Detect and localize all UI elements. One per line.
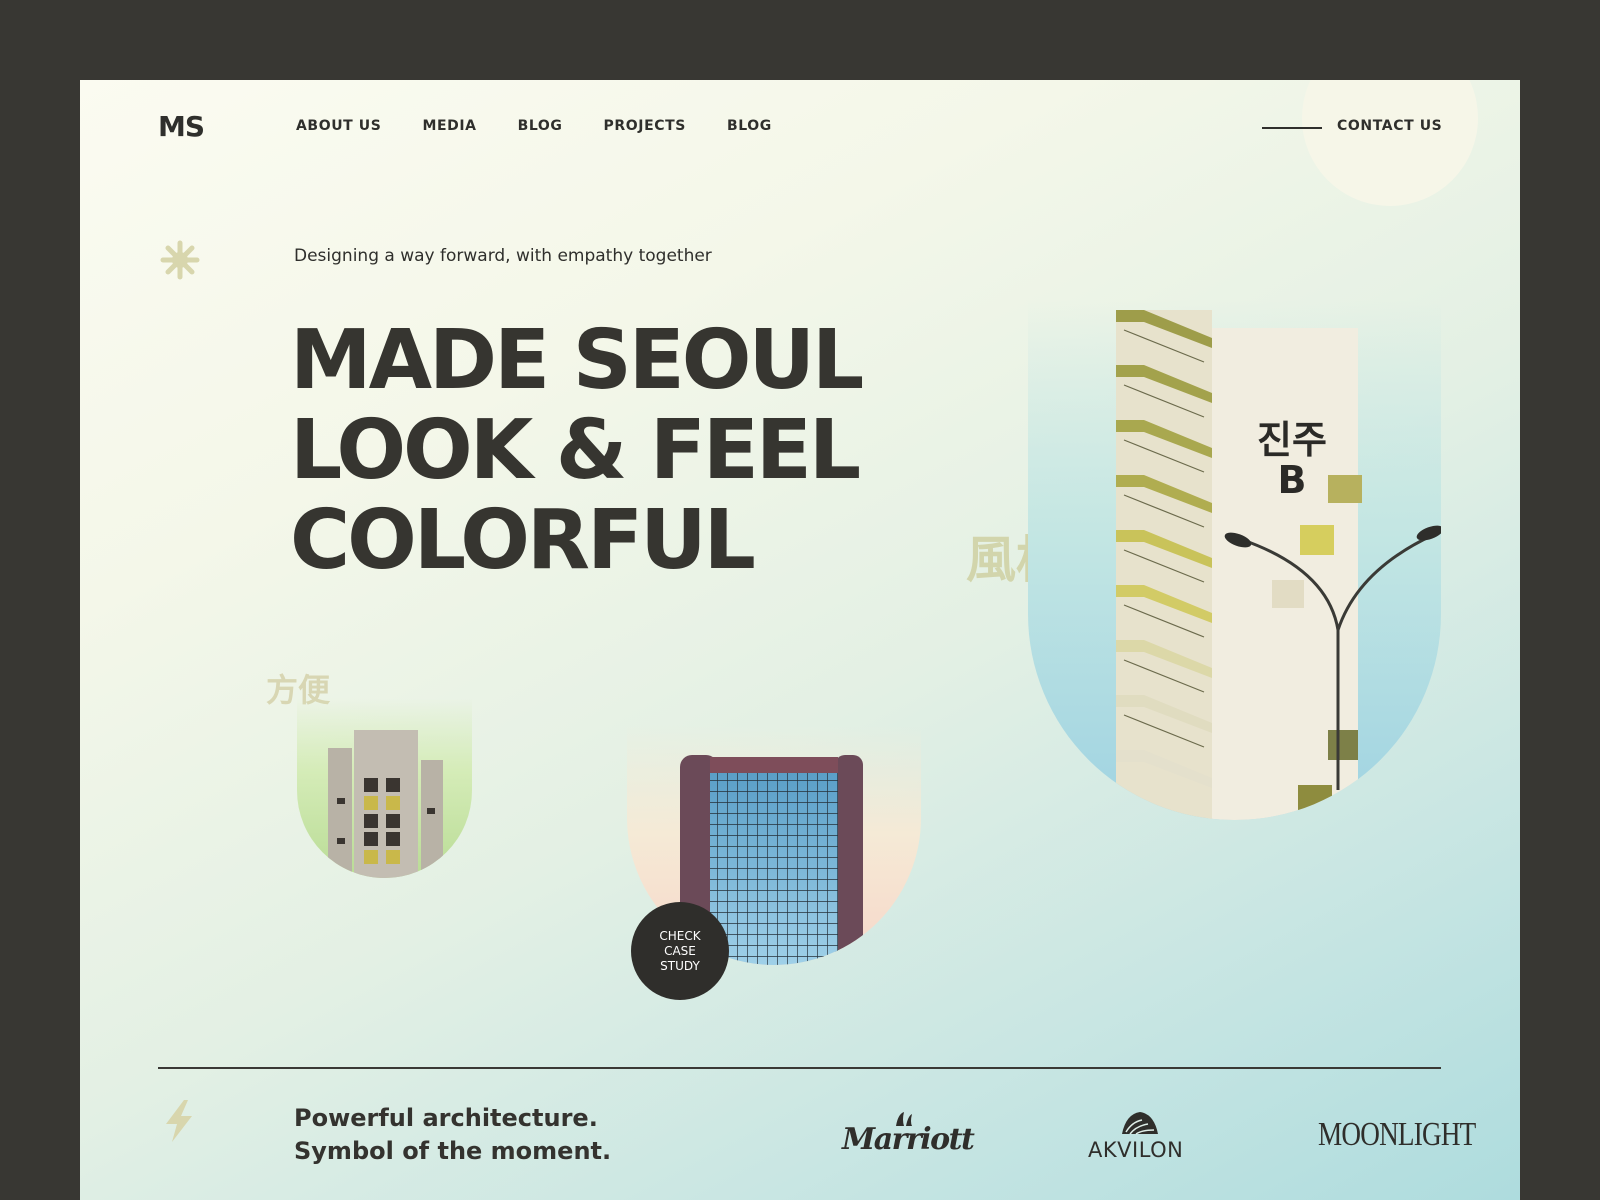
nav-item-projects[interactable]: PROJECTS xyxy=(604,118,686,134)
hero-tagline: Designing a way forward, with empathy to… xyxy=(294,246,712,266)
brand-name-marriott: Marriott xyxy=(842,1122,975,1157)
brand-name-akvilon: AKVILON xyxy=(1088,1138,1184,1162)
akvilon-mark-icon xyxy=(1122,1112,1158,1135)
headline-line-2: LOOK & FEEL xyxy=(290,403,861,498)
check-case-study-button[interactable]: CHECK CASE STUDY xyxy=(631,902,729,1000)
footer-statement: Powerful architecture. Symbol of the mom… xyxy=(294,1102,611,1168)
brand-logo-akvilon[interactable]: AKVILON xyxy=(1088,1108,1194,1164)
contact-us-link[interactable]: CONTACT US xyxy=(1337,118,1442,134)
tall-building-illustration xyxy=(1116,310,1441,820)
footer-statement-line-1: Powerful architecture. xyxy=(294,1104,598,1132)
building-illustration-small xyxy=(328,730,443,878)
decorative-circle xyxy=(1302,80,1478,206)
section-divider xyxy=(158,1067,1441,1069)
nav-item-media[interactable]: MEDIA xyxy=(422,118,476,134)
brand-logo-moonlight[interactable]: MOONLIGHT xyxy=(1318,1116,1476,1156)
star-icon xyxy=(160,240,200,280)
nav-item-blog-2[interactable]: BLOG xyxy=(727,118,772,134)
headline-line-3: COLORFUL xyxy=(290,493,756,588)
building-sign-line-1: 진주 xyxy=(1257,418,1327,462)
page-frame: MS ABOUT US MEDIA BLOG PROJECTS BLOG CON… xyxy=(80,80,1520,1200)
building-sign-line-2: B xyxy=(1277,458,1307,502)
footer-statement-line-2: Symbol of the moment. xyxy=(294,1137,612,1165)
cta-line-1: CHECK xyxy=(659,928,701,943)
building-image-small xyxy=(297,698,472,878)
brand-name-moonlight: MOONLIGHT xyxy=(1318,1116,1476,1153)
nav-item-blog[interactable]: BLOG xyxy=(518,118,563,134)
cta-line-3: STUDY xyxy=(660,958,700,973)
hero-headline: MADE SEOUL LOOK & FEEL COLORFUL xyxy=(290,313,864,588)
logo[interactable]: MS xyxy=(158,110,205,143)
brand-logo-marriott[interactable]: Marriott xyxy=(840,1110,975,1162)
headline-line-1: MADE SEOUL xyxy=(290,313,864,408)
building-image-tall: 진주 B xyxy=(1028,300,1441,820)
building-sign: 진주 B xyxy=(1242,420,1342,500)
bolt-icon xyxy=(166,1100,192,1142)
main-nav: ABOUT US MEDIA BLOG PROJECTS BLOG xyxy=(296,118,772,134)
cta-line-2: CASE xyxy=(664,943,696,958)
contact-divider-line xyxy=(1262,127,1322,129)
nav-item-about-us[interactable]: ABOUT US xyxy=(296,118,381,134)
